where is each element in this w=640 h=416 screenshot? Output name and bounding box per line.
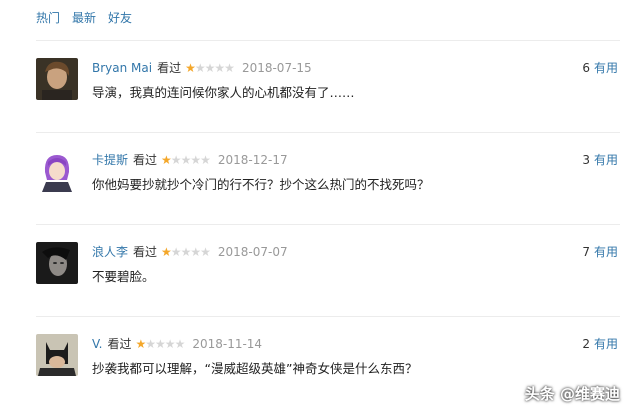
tab-friends[interactable]: 好友 — [108, 9, 132, 26]
anime-girl-avatar-icon[interactable] — [36, 150, 78, 192]
useful-votes: 6 有用 — [582, 59, 618, 76]
watched-status: 看过 — [157, 61, 182, 75]
star-icon: ★ — [180, 244, 192, 259]
vote-count: 3 — [582, 153, 590, 167]
vote-count: 2 — [582, 337, 590, 351]
star-icon: ★ — [174, 336, 186, 351]
star-icon: ★ — [180, 152, 192, 167]
star-icon: ★ — [214, 60, 225, 75]
comment-text: 导演，我真的连问候你家人的心机都没有了…… — [92, 85, 355, 100]
useful-votes: 2 有用 — [582, 335, 618, 352]
star-icon: ★ — [204, 60, 216, 75]
comment-date: 2018-11-14 — [192, 336, 263, 351]
comment-item: 浪人李 看过 ★ ★ ★ ★ ★ 2018-07-07 不要碧脸。 7 有用 — [36, 225, 620, 317]
watched-status: 看过 — [107, 337, 132, 351]
star-icon: ★ — [200, 152, 211, 167]
useful-votes: 3 有用 — [582, 151, 618, 168]
user-name[interactable]: Bryan Mai — [92, 61, 152, 75]
dark-face-avatar-icon[interactable] — [36, 242, 78, 284]
comment-meta: 浪人李 看过 ★ ★ ★ ★ ★ 2018-07-07 — [92, 243, 288, 260]
star-icon: ★ — [161, 152, 172, 167]
vote-count: 7 — [582, 245, 590, 259]
star-icon: ★ — [135, 336, 147, 351]
useful-button[interactable]: 有用 — [594, 337, 618, 351]
comment-date: 2018-07-15 — [241, 60, 312, 75]
useful-votes: 7 有用 — [582, 243, 618, 260]
comment-tabs: 热门 最新 好友 — [36, 9, 132, 26]
star-icon: ★ — [185, 60, 196, 75]
tab-latest[interactable]: 最新 — [72, 9, 96, 26]
star-icon: ★ — [194, 60, 206, 75]
comment-item: 卡提斯 看过 ★ ★ ★ ★ ★ 2018-12-17 你他妈要抄就抄个冷门的行不行？抄… — [36, 133, 620, 225]
star-icon: ★ — [145, 336, 156, 351]
star-icon: ★ — [170, 152, 182, 167]
rating-stars: ★ ★ ★ ★ ★ — [185, 60, 235, 75]
star-icon: ★ — [164, 336, 176, 351]
watermark: 头条 @维赛迪 — [524, 385, 620, 403]
user-name[interactable]: V. — [92, 337, 102, 351]
comments-page: 热门 最新 好友 Bryan Mai 看过 ★ ★ ★ ★ ★ 2018-07-15 导… — [0, 0, 640, 416]
rating-stars: ★ ★ ★ ★ ★ — [135, 336, 186, 351]
batman-avatar-icon[interactable] — [36, 334, 78, 376]
comment-text: 抄袭我都可以理解，“漫威超级英雄”神奇女侠是什么东西？ — [92, 361, 418, 376]
user-name[interactable]: 卡提斯 — [92, 151, 128, 168]
star-icon: ★ — [200, 244, 211, 259]
tab-hot[interactable]: 热门 — [36, 9, 60, 26]
star-icon: ★ — [224, 60, 235, 75]
useful-button[interactable]: 有用 — [594, 245, 618, 259]
star-icon: ★ — [190, 244, 201, 259]
comment-item: Bryan Mai 看过 ★ ★ ★ ★ ★ 2018-07-15 导演，我真的连问候你… — [36, 41, 620, 133]
comment-text: 你他妈要抄就抄个冷门的行不行？抄个这么热门的不找死吗？ — [92, 177, 430, 192]
rating-stars: ★ ★ ★ ★ ★ — [161, 152, 211, 167]
watched-status: 看过 — [133, 245, 158, 259]
star-icon: ★ — [170, 244, 182, 259]
star-icon: ★ — [155, 336, 166, 351]
useful-button[interactable]: 有用 — [594, 61, 618, 75]
comment-meta: Bryan Mai 看过 ★ ★ ★ ★ ★ 2018-07-15 — [92, 59, 312, 76]
rating-stars: ★ ★ ★ ★ ★ — [161, 244, 211, 259]
comment-date: 2018-07-07 — [217, 244, 288, 259]
comment-date: 2018-12-17 — [217, 152, 288, 167]
star-icon: ★ — [161, 244, 172, 259]
comment-text: 不要碧脸。 — [92, 269, 155, 284]
watched-status: 看过 — [133, 153, 158, 167]
vote-count: 6 — [582, 61, 590, 75]
comment-meta: 卡提斯 看过 ★ ★ ★ ★ ★ 2018-12-17 — [92, 151, 288, 168]
portrait-male-avatar-icon[interactable] — [36, 58, 78, 100]
comment-meta: V. 看过 ★ ★ ★ ★ ★ 2018-11-14 — [92, 335, 262, 352]
useful-button[interactable]: 有用 — [594, 153, 618, 167]
user-name[interactable]: 浪人李 — [92, 243, 128, 260]
star-icon: ★ — [190, 152, 201, 167]
